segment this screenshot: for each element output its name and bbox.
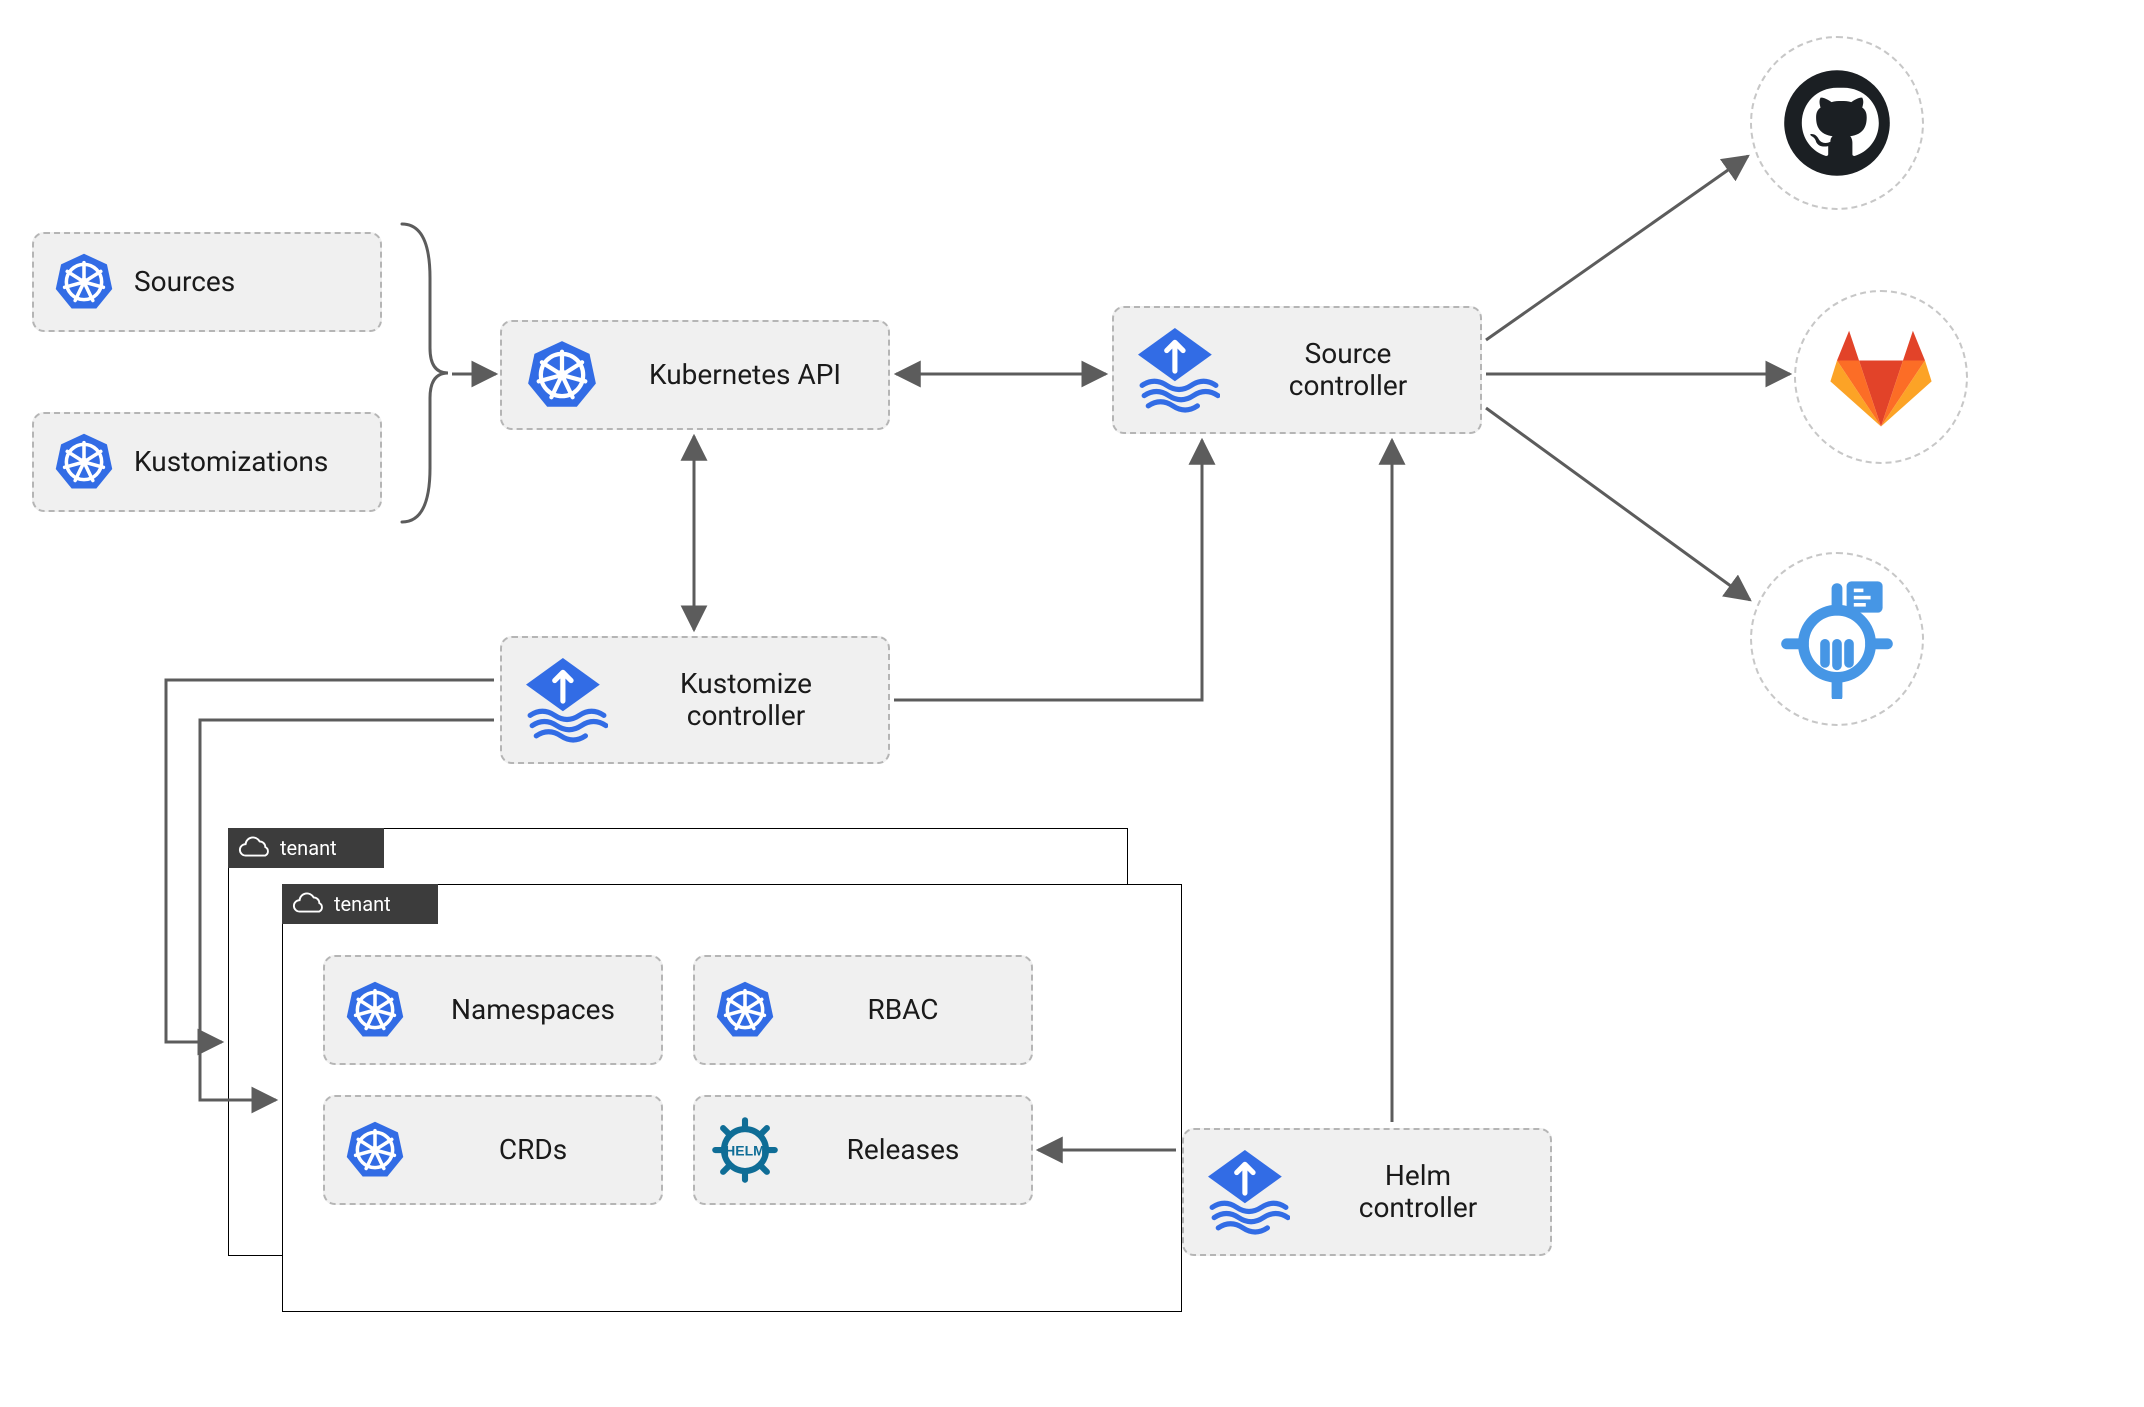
tenant-header: tenant [228,828,384,868]
diagram-canvas: HELM [0,0,2144,1407]
box-kustomizations: Kustomizations [32,412,382,512]
cloud-icon [292,892,324,916]
box-helm-controller-label: Helm controller [1314,1160,1550,1224]
kubernetes-icon [325,1120,425,1180]
kubernetes-icon [34,252,134,312]
github-icon [1782,68,1892,178]
box-helm-controller: Helm controller [1182,1128,1552,1256]
box-kubernetes-api: Kubernetes API [500,320,890,430]
kubernetes-icon [502,339,622,411]
helm-icon [695,1115,795,1185]
box-releases-label: Releases [795,1134,1031,1166]
arrow-kustomizectrl-sourcectrl [894,440,1202,700]
box-kustomize-controller: Kustomize controller [500,636,890,764]
harbor-icon [1777,579,1897,699]
box-sources-label: Sources [134,266,380,298]
box-crds-label: CRDs [425,1134,661,1166]
box-sources: Sources [32,232,382,332]
box-rbac: RBAC [693,955,1033,1065]
gitlab-icon [1826,322,1936,432]
box-source-controller: Source controller [1112,306,1482,434]
box-rbac-label: RBAC [795,994,1031,1026]
box-releases: Releases [693,1095,1033,1205]
tenant-label: tenant [334,892,391,916]
kubernetes-icon [695,980,795,1040]
box-kustomizations-label: Kustomizations [134,446,380,478]
box-kubernetes-api-label: Kubernetes API [622,359,888,391]
box-namespaces: Namespaces [323,955,663,1065]
cloud-icon [238,836,270,860]
tenant-panel-front: tenant Namespaces RBAC CRDs Release [282,884,1182,1312]
tenant-label: tenant [280,836,337,860]
provider-gitlab [1794,290,1968,464]
arrow-sourcectrl-github [1486,156,1748,340]
tenant-header: tenant [282,884,438,924]
kubernetes-icon [34,432,134,492]
flux-icon [1184,1147,1314,1237]
provider-harbor [1750,552,1924,726]
provider-github [1750,36,1924,210]
brace-icon [390,218,450,528]
arrow-sourcectrl-harbor [1486,408,1750,600]
flux-icon [502,655,632,745]
box-source-controller-label: Source controller [1244,338,1480,402]
box-kustomize-controller-label: Kustomize controller [632,668,888,732]
flux-icon [1114,325,1244,415]
kubernetes-icon [325,980,425,1040]
box-namespaces-label: Namespaces [425,994,661,1026]
box-crds: CRDs [323,1095,663,1205]
